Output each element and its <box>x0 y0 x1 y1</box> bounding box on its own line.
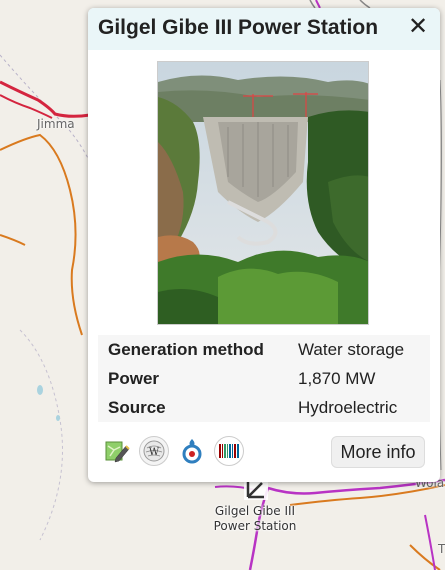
marker-label-line1: Gilgel Gibe III <box>214 504 296 518</box>
map-pencil-icon[interactable] <box>102 436 132 466</box>
popup-title: Gilgel Gibe III Power Station <box>98 16 379 39</box>
dam-photo[interactable] <box>157 61 369 325</box>
marker-label-line2: Power Station <box>213 519 297 533</box>
table-row: Source Hydroelectric <box>98 393 430 422</box>
table-key: Generation method <box>108 339 264 359</box>
table-key: Power <box>108 368 160 388</box>
svg-text:W: W <box>149 447 160 458</box>
table-value: Hydroelectric <box>298 397 398 417</box>
wikipedia-icon[interactable]: W <box>139 436 169 466</box>
more-info-button[interactable]: More info <box>331 436 425 468</box>
table-row: Generation method Water storage <box>98 335 430 364</box>
wikidata-icon[interactable] <box>214 436 244 466</box>
table-value: 1,870 MW <box>298 368 376 388</box>
table-key: Source <box>108 397 166 417</box>
table-value: Water storage <box>298 339 405 359</box>
table-row: Power 1,870 MW <box>98 364 430 393</box>
water-body <box>37 385 43 395</box>
place-label-t: T <box>438 542 445 556</box>
wikimedia-commons-icon[interactable] <box>177 436 207 466</box>
info-table: Generation method Water storage Power 1,… <box>98 335 430 422</box>
place-label-jimma: Jimma <box>37 117 75 131</box>
dam-photo-image <box>158 62 368 324</box>
close-button[interactable]: ✕ <box>404 12 432 42</box>
popup-header: Gilgel Gibe III Power Station ✕ <box>88 8 440 50</box>
water-body <box>56 415 60 421</box>
marker-label[interactable]: Gilgel Gibe III Power Station <box>205 504 305 534</box>
feature-popup: Gilgel Gibe III Power Station ✕ Generati… <box>88 8 440 482</box>
